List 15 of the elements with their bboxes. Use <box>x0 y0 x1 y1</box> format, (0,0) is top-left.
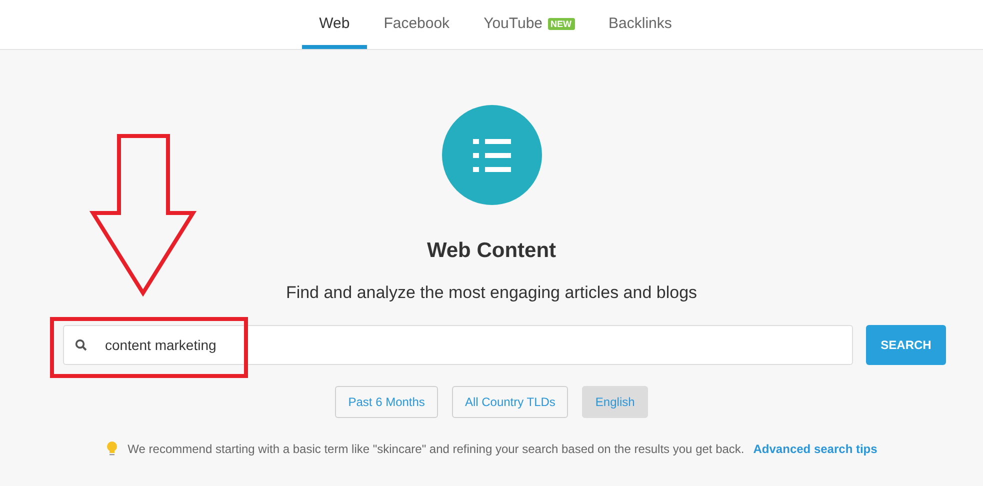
filter-button[interactable]: All Country TLDs <box>452 386 568 418</box>
search-button[interactable]: SEARCH <box>866 325 946 365</box>
tab[interactable]: Backlinks <box>592 0 689 49</box>
new-badge: NEW <box>548 18 575 30</box>
filter-button[interactable]: Past 6 Months <box>335 386 438 418</box>
tab[interactable]: Facebook <box>366 0 467 49</box>
search-icon <box>75 339 87 351</box>
page-title: Web Content <box>426 238 556 264</box>
tab[interactable]: Web <box>302 0 367 49</box>
tab[interactable]: YouTube NEW <box>466 0 592 49</box>
search-field[interactable]: content marketing <box>63 325 853 365</box>
tip-text: We recommend starting with a basic term like "skincare" and refining your search based on the results you get back. <box>128 441 744 458</box>
advanced-search-link[interactable]: Advanced search tips <box>753 440 878 458</box>
subtitle: Find and analyze the most engaging articles and blogs <box>286 282 698 304</box>
lightbulb-icon <box>106 441 118 457</box>
